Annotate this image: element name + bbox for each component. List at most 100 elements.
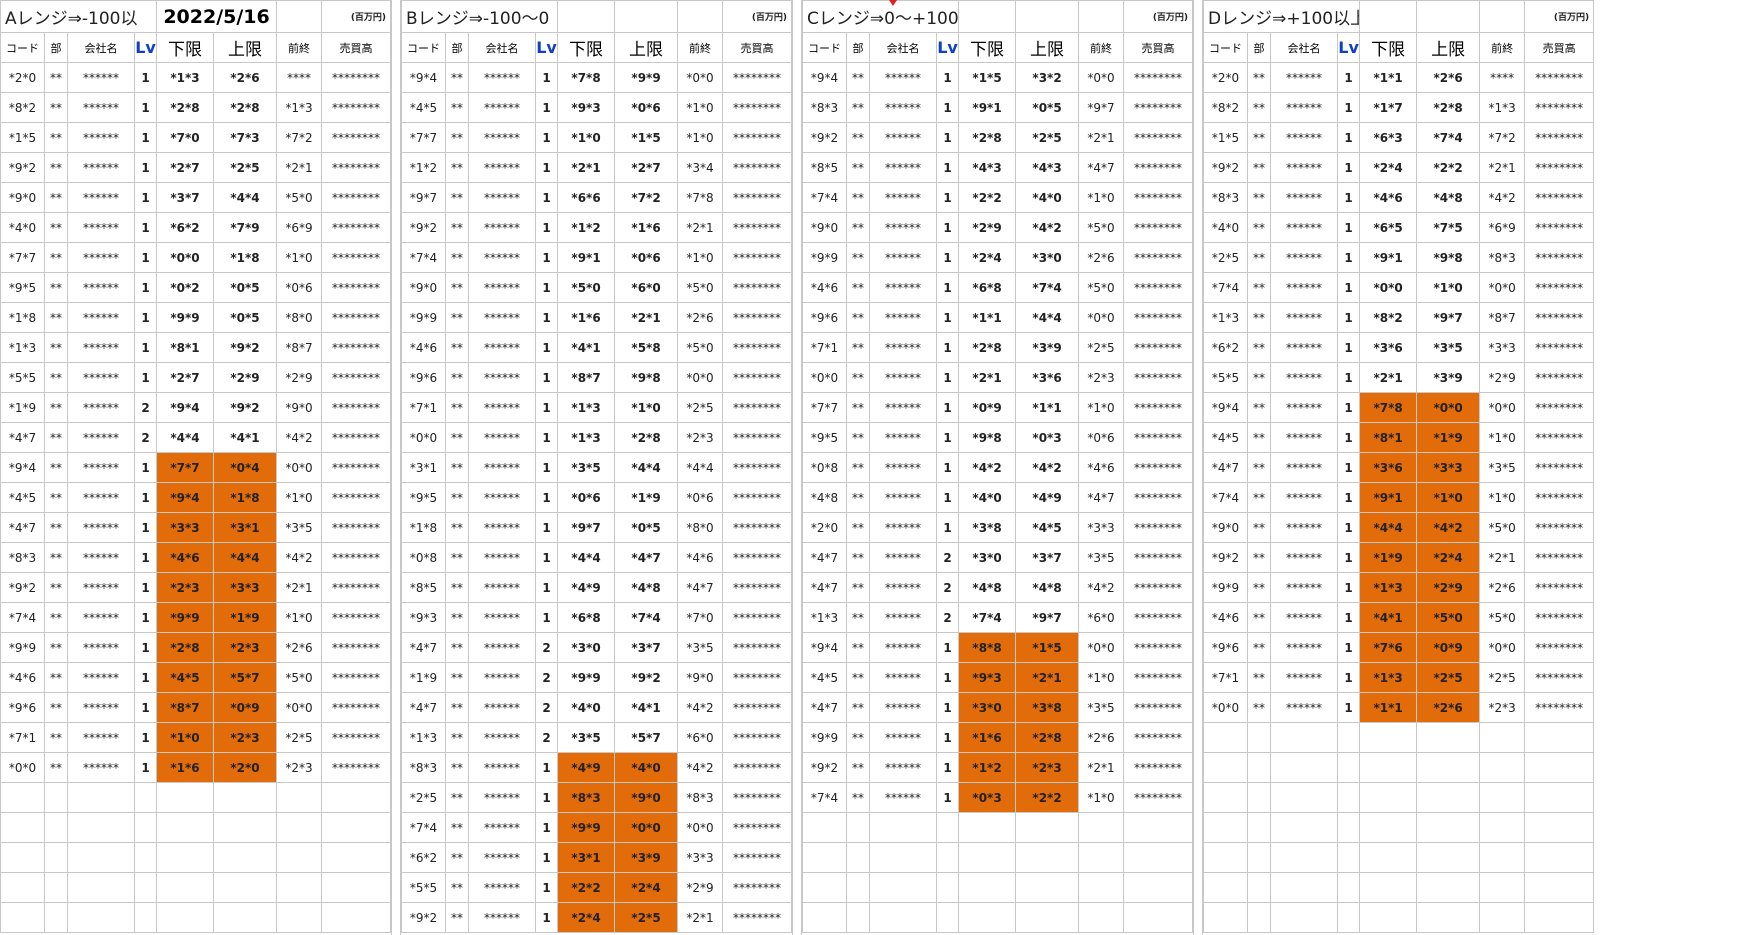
cell-lv[interactable]: 1 [535,62,559,93]
cell-lv[interactable]: 1 [535,452,559,483]
empty-cell[interactable] [1247,782,1272,813]
cell-name[interactable]: ****** [869,212,938,243]
cell-name[interactable]: ****** [67,122,135,153]
empty-cell[interactable] [1247,842,1272,873]
cell-upper[interactable]: *2*6 [213,62,278,93]
cell-upper[interactable]: *7*4 [614,602,679,633]
cell-upper[interactable]: *0*6 [614,242,679,273]
cell-bu[interactable]: ** [1247,332,1272,363]
cell-volume[interactable]: ******** [722,182,793,213]
cell-prev[interactable]: *6*0 [677,722,724,753]
cell-prev[interactable]: *3*5 [276,512,323,543]
cell-code[interactable]: *9*0 [1203,512,1249,543]
cell-prev[interactable]: *6*0 [1078,602,1125,633]
cell-lower[interactable]: *2*8 [156,92,215,123]
cell-bu[interactable]: ** [44,212,68,243]
cell-lv[interactable]: 1 [936,242,960,273]
cell-volume[interactable]: ******** [722,92,793,123]
cell-volume[interactable]: ******** [321,632,392,663]
cell-lower[interactable]: *3*0 [557,632,616,663]
cell-lower[interactable]: *2*1 [557,152,616,183]
cell-lv[interactable]: 1 [1337,542,1361,573]
cell-bu[interactable]: ** [445,782,470,813]
cell-bu[interactable]: ** [846,602,871,633]
cell-name[interactable]: ****** [468,752,537,783]
cell-volume[interactable]: ******** [722,62,793,93]
empty-cell[interactable] [1524,842,1595,873]
empty-cell[interactable] [936,902,960,933]
cell-name[interactable]: ****** [1270,122,1339,153]
cell-code[interactable]: *4*7 [802,542,848,573]
cell-prev[interactable]: *2*3 [1078,362,1125,393]
empty-cell[interactable] [44,902,68,933]
cell-volume[interactable]: ******** [722,332,793,363]
cell-bu[interactable]: ** [1247,602,1272,633]
cell-name[interactable]: ****** [67,572,135,603]
cell-lower[interactable]: *4*9 [557,752,616,783]
cell-volume[interactable]: ******** [722,752,793,783]
cell-prev[interactable]: *4*2 [677,752,724,783]
cell-name[interactable]: ****** [1270,392,1339,423]
cell-upper[interactable]: *4*7 [614,542,679,573]
cell-prev[interactable]: *4*4 [677,452,724,483]
cell-upper[interactable]: *0*9 [213,692,278,723]
cell-bu[interactable]: ** [846,152,871,183]
cell-lv[interactable]: 1 [133,152,158,183]
cell-lv[interactable]: 1 [133,602,158,633]
cell-code[interactable]: *4*5 [0,482,45,513]
empty-cell[interactable] [1270,722,1339,753]
cell-lv[interactable]: 1 [133,92,158,123]
cell-bu[interactable]: ** [445,452,470,483]
cell-lower[interactable]: *4*0 [958,482,1017,513]
empty-cell[interactable] [958,902,1017,933]
empty-cell[interactable] [1247,812,1272,843]
cell-name[interactable]: ****** [468,782,537,813]
cell-upper[interactable]: *1*9 [614,482,679,513]
cell-upper[interactable]: *9*9 [614,62,679,93]
cell-lower[interactable]: *2*7 [156,152,215,183]
cell-prev[interactable]: *5*0 [276,662,323,693]
cell-lv[interactable]: 2 [936,542,960,573]
cell-bu[interactable]: ** [445,242,470,273]
empty-cell[interactable] [213,812,278,843]
cell-bu[interactable]: ** [44,92,68,123]
cell-volume[interactable]: ******** [1524,662,1595,693]
cell-prev[interactable]: *1*0 [1078,182,1125,213]
cell-lower[interactable]: *4*8 [958,572,1017,603]
cell-lv[interactable]: 1 [133,212,158,243]
cell-lv[interactable]: 1 [1337,662,1361,693]
cell-lower[interactable]: *4*5 [156,662,215,693]
cell-upper[interactable]: *0*4 [213,452,278,483]
cell-upper[interactable]: *2*6 [1416,692,1481,723]
cell-code[interactable]: *8*2 [0,92,45,123]
cell-prev[interactable]: *1*0 [276,602,323,633]
cell-code[interactable]: *1*3 [802,602,848,633]
cell-bu[interactable]: ** [445,182,470,213]
cell-prev[interactable]: *0*0 [1078,302,1125,333]
cell-bu[interactable]: ** [445,692,470,723]
cell-bu[interactable]: ** [445,122,470,153]
cell-lv[interactable]: 1 [535,182,559,213]
cell-bu[interactable]: ** [846,422,871,453]
empty-cell[interactable] [1270,872,1339,903]
empty-cell[interactable] [1416,842,1481,873]
cell-volume[interactable]: ******** [722,212,793,243]
cell-code[interactable]: *9*2 [401,902,447,933]
cell-bu[interactable]: ** [44,242,68,273]
cell-prev[interactable]: *2*5 [276,722,323,753]
cell-lv[interactable]: 1 [535,152,559,183]
cell-bu[interactable]: ** [44,122,68,153]
cell-lower[interactable]: *8*1 [1359,422,1418,453]
cell-name[interactable]: ****** [869,392,938,423]
cell-lower[interactable]: *1*2 [958,752,1017,783]
cell-volume[interactable]: ******** [722,392,793,423]
cell-code[interactable]: *4*0 [0,212,45,243]
cell-code[interactable]: *9*0 [401,272,447,303]
cell-code[interactable]: *7*4 [401,242,447,273]
cell-name[interactable]: ****** [67,182,135,213]
cell-prev[interactable]: *3*3 [1078,512,1125,543]
cell-lower[interactable]: *2*4 [557,902,616,933]
cell-prev[interactable]: *4*6 [1078,452,1125,483]
cell-code[interactable]: *8*3 [802,92,848,123]
cell-name[interactable]: ****** [869,272,938,303]
